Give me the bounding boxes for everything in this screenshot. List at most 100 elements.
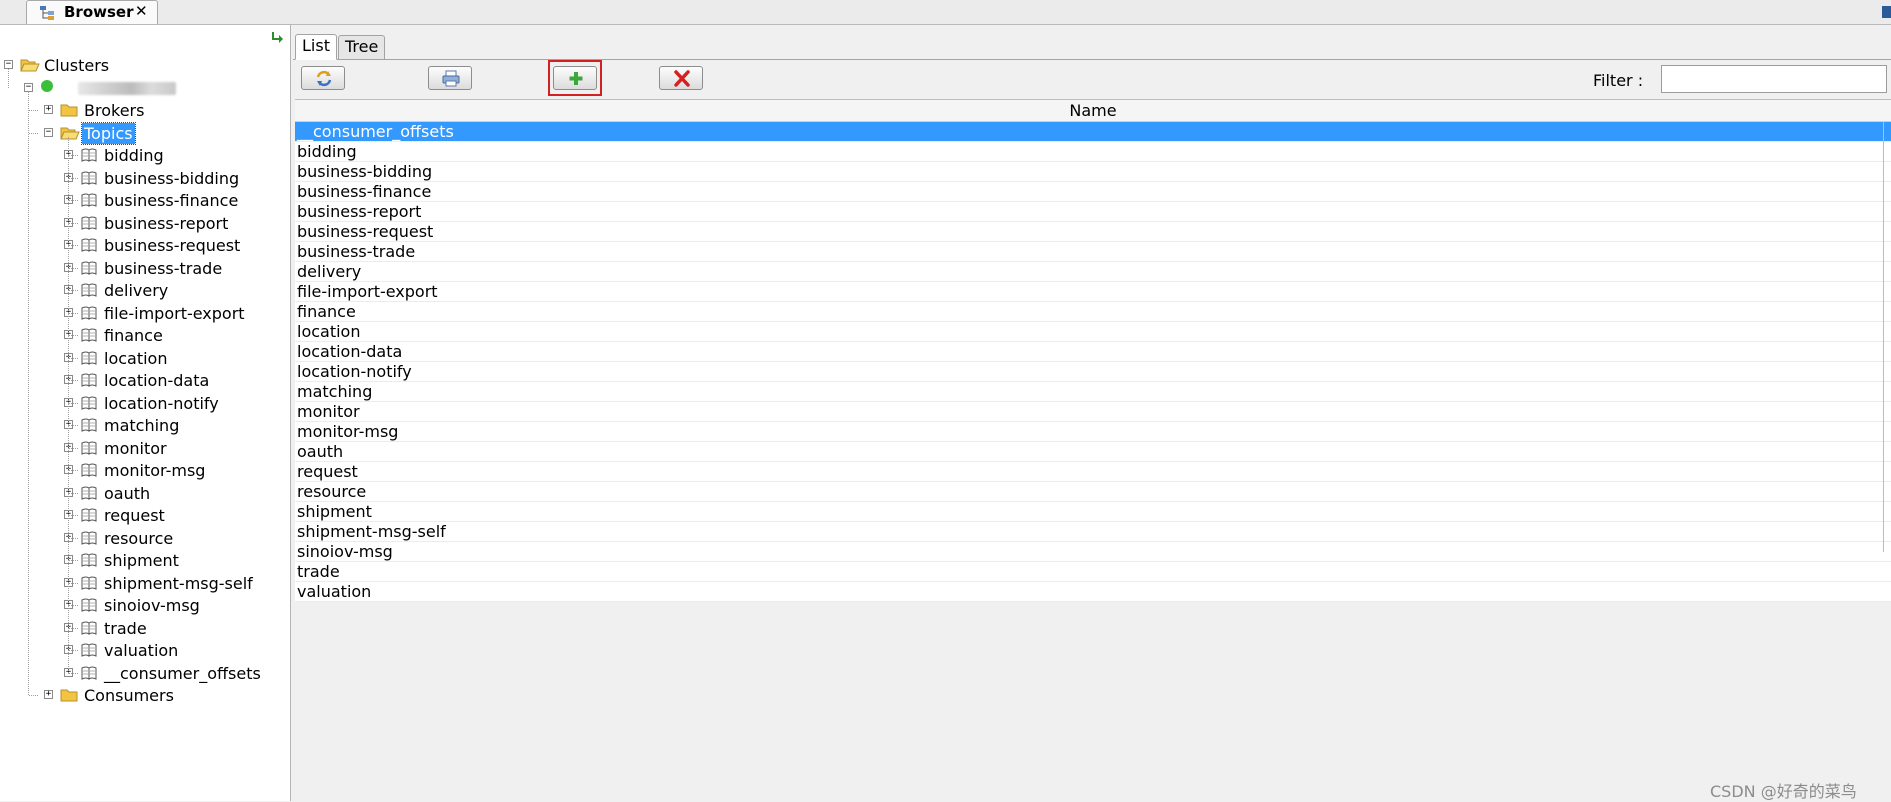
- folder-icon: [60, 689, 78, 702]
- tree-guide-line: [69, 245, 78, 246]
- tree-node-label: sinoiov-msg: [104, 596, 200, 615]
- topic-book-icon: [81, 598, 97, 612]
- tree-node-topic[interactable]: + trade: [0, 618, 290, 641]
- tree-node-topic[interactable]: + business-trade: [0, 258, 290, 281]
- tree-guide-line: [69, 650, 78, 651]
- tree-node-label: Consumers: [84, 686, 174, 705]
- table-row[interactable]: delivery: [295, 262, 1891, 282]
- tree-guide-line: [69, 200, 78, 201]
- tree-node-topic[interactable]: + oauth: [0, 483, 290, 506]
- tree-guide-line: [69, 425, 78, 426]
- expand-toggle-icon[interactable]: +: [44, 690, 53, 699]
- tree-node-clusters[interactable]: − Clusters: [0, 55, 290, 78]
- tree-guide-line: [69, 380, 78, 381]
- table-row[interactable]: request: [295, 462, 1891, 482]
- table-row[interactable]: oauth: [295, 442, 1891, 462]
- tab-list[interactable]: List: [295, 34, 337, 60]
- topic-book-icon: [81, 418, 97, 432]
- tree-node-topic[interactable]: + location-notify: [0, 393, 290, 416]
- table-row[interactable]: monitor-msg: [295, 422, 1891, 442]
- tree-node-topic[interactable]: + delivery: [0, 280, 290, 303]
- cluster-status-icon: [41, 79, 53, 92]
- topic-book-icon: [81, 666, 97, 680]
- table-row[interactable]: resource: [295, 482, 1891, 502]
- tree-node-label: business-bidding: [104, 168, 240, 188]
- tree-node-topic[interactable]: + business-report: [0, 213, 290, 236]
- tree-node-topic[interactable]: + finance: [0, 325, 290, 348]
- table-row[interactable]: sinoiov-msg: [295, 542, 1891, 562]
- table-row[interactable]: file-import-export: [295, 282, 1891, 302]
- table-row[interactable]: business-finance: [295, 182, 1891, 202]
- table-row[interactable]: location-notify: [295, 362, 1891, 382]
- refresh-button[interactable]: [301, 66, 345, 90]
- table-row[interactable]: location-data: [295, 342, 1891, 362]
- table-row[interactable]: business-bidding: [295, 162, 1891, 182]
- table-row[interactable]: trade: [295, 562, 1891, 582]
- tree-node-topic[interactable]: + file-import-export: [0, 303, 290, 326]
- column-header-name[interactable]: Name: [295, 100, 1891, 122]
- filter-input[interactable]: [1661, 65, 1887, 93]
- add-topic-button[interactable]: [553, 66, 597, 90]
- tree-node-topic[interactable]: + sinoiov-msg: [0, 595, 290, 618]
- close-icon[interactable]: ✕: [135, 2, 148, 20]
- table-row[interactable]: shipment: [295, 502, 1891, 522]
- tree-node-topic[interactable]: + valuation: [0, 640, 290, 663]
- table-row[interactable]: monitor: [295, 402, 1891, 422]
- tree-node-topic[interactable]: + __consumer_offsets: [0, 663, 290, 686]
- tree-node-topic[interactable]: + resource: [0, 528, 290, 551]
- table-row[interactable]: location: [295, 322, 1891, 342]
- tree-guide-line: [29, 110, 38, 111]
- expand-toggle-icon[interactable]: +: [44, 105, 53, 114]
- tree-node-topic[interactable]: + location-data: [0, 370, 290, 393]
- tree-guide-line: [69, 267, 78, 269]
- tree-node-topic[interactable]: + bidding: [0, 145, 290, 168]
- tab-tree[interactable]: Tree: [338, 35, 386, 59]
- tree-node-topic[interactable]: + business-finance: [0, 190, 290, 213]
- table-row[interactable]: matching: [295, 382, 1891, 402]
- filter-label: Filter :: [1593, 71, 1644, 90]
- tree-node-brokers[interactable]: + Brokers: [0, 100, 290, 123]
- tree-guide-line: [69, 560, 78, 561]
- collapse-toggle-icon[interactable]: −: [24, 82, 33, 92]
- tree-node-topic[interactable]: + matching: [0, 415, 290, 438]
- table-row[interactable]: business-request: [295, 222, 1891, 242]
- tree-node-topic[interactable]: + shipment-msg-self: [0, 573, 290, 596]
- tree-guide-line: [29, 695, 38, 696]
- tree-node-topic[interactable]: + shipment: [0, 550, 290, 573]
- tree-node-label: shipment-msg-self: [104, 573, 253, 593]
- table-row[interactable]: finance: [295, 302, 1891, 322]
- tree-node-label: request: [104, 506, 165, 525]
- tree-node-topic[interactable]: + business-request: [0, 235, 290, 258]
- tree-node-label: matching: [104, 416, 180, 435]
- delete-button[interactable]: [659, 66, 703, 90]
- topics-view-panel: List Tree Filter: Name __consumer_offse…: [293, 25, 1891, 801]
- tree-node-consumers[interactable]: + Consumers: [0, 685, 290, 708]
- topic-book-icon: [81, 373, 97, 387]
- tree-node-topic[interactable]: + location: [0, 348, 290, 371]
- table-row[interactable]: business-trade: [295, 242, 1891, 262]
- collapse-toggle-icon[interactable]: −: [4, 60, 13, 69]
- table-row[interactable]: shipment-msg-self: [295, 522, 1891, 542]
- tree-node-cluster[interactable]: −: [0, 78, 290, 101]
- tree-node-topics[interactable]: − Topics: [0, 121, 290, 146]
- tree-node-topic[interactable]: + monitor-msg: [0, 460, 290, 483]
- tree-node-label: delivery: [104, 281, 169, 300]
- topics-table-body: __consumer_offsets bidding business-biddin…: [295, 122, 1891, 602]
- topic-book-icon: [81, 351, 97, 365]
- cluster-tree: − Clusters − + Brokers − Topics + bidding + busine…: [0, 55, 290, 708]
- browser-tab[interactable]: Browser ✕: [26, 0, 158, 24]
- folder-open-icon: [60, 127, 80, 139]
- table-row[interactable]: business-report: [295, 202, 1891, 222]
- collapse-all-icon[interactable]: [270, 31, 286, 45]
- tree-node-topic[interactable]: + monitor: [0, 438, 290, 461]
- table-row[interactable]: bidding: [295, 142, 1891, 162]
- table-row[interactable]: valuation: [295, 582, 1891, 602]
- tree-guide-line: [69, 447, 78, 449]
- tree-guide-line: [8, 69, 9, 88]
- print-button[interactable]: [428, 66, 472, 90]
- toolbar: Filter :: [293, 60, 1891, 98]
- tree-node-topic[interactable]: + business-bidding: [0, 168, 290, 191]
- table-row[interactable]: __consumer_offsets: [295, 122, 1891, 142]
- tree-node-topic[interactable]: + request: [0, 505, 290, 528]
- collapse-toggle-icon[interactable]: −: [44, 127, 53, 137]
